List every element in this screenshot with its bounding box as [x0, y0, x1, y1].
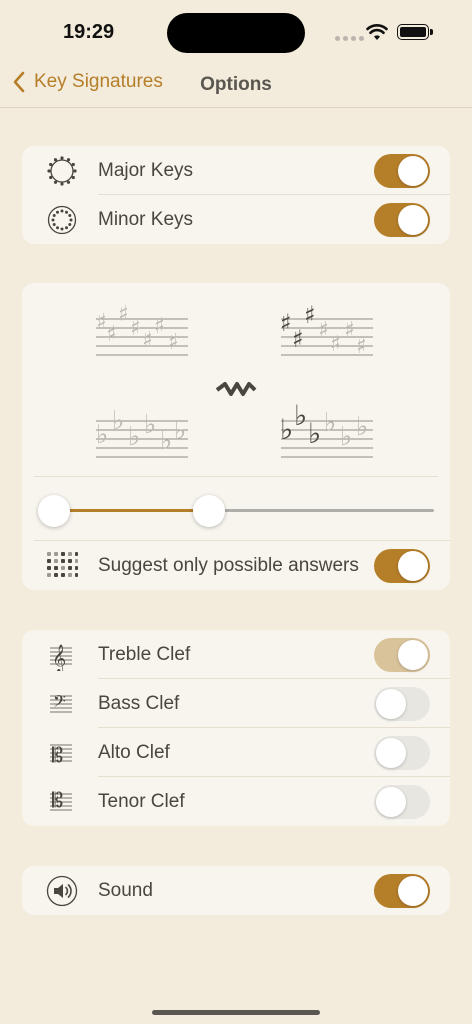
status-bar: 19:29 — [0, 0, 472, 64]
svg-text:♭: ♭ — [280, 413, 293, 446]
minor-keys-circle-icon — [46, 204, 78, 236]
svg-text:♯: ♯ — [142, 328, 153, 353]
svg-text:♭: ♭ — [294, 399, 307, 432]
svg-text:♭: ♭ — [96, 420, 108, 450]
suggest-answers-toggle[interactable] — [374, 548, 430, 583]
svg-text:♯: ♯ — [118, 302, 129, 327]
major-keys-toggle[interactable] — [374, 153, 430, 188]
minor-keys-row: Minor Keys — [22, 195, 450, 244]
alto-clef-label: Alto Clef — [98, 741, 170, 763]
svg-text:♯: ♯ — [168, 330, 179, 355]
bass-clef-label: Bass Clef — [98, 692, 180, 714]
bass-clef-toggle[interactable] — [374, 686, 430, 721]
treble-clef-label: Treble Clef — [98, 643, 191, 665]
svg-text:♭: ♭ — [324, 408, 336, 438]
major-keys-circle-icon — [46, 155, 78, 187]
svg-text:♯: ♯ — [304, 301, 316, 329]
home-indicator — [152, 1010, 320, 1015]
divider — [34, 476, 438, 477]
clefs-card: 𝄞 Treble Clef 𝄢 Bass Clef 𝄡 Alto Clef 𝄡 … — [22, 630, 450, 826]
svg-text:♯: ♯ — [330, 332, 341, 357]
suggest-answers-label: Suggest only possible answers — [98, 554, 359, 576]
key-signature-preview: ♯ ♯♯ ♯ ♯♯♯ ♯♯♯ ♯♯♯♯ ♭ ♭♭ ♭♭ ♭ ♭ ♭♭ ♭ ♭ ♭ — [95, 301, 374, 458]
navigation-bar: Key Signatures Options — [0, 64, 472, 108]
svg-text:♭: ♭ — [356, 412, 368, 442]
treble-clef-toggle[interactable] — [374, 637, 430, 672]
svg-text:♯: ♯ — [356, 334, 367, 359]
alto-clef-toggle[interactable] — [374, 735, 430, 770]
svg-text:♭: ♭ — [128, 422, 140, 452]
sound-card: Sound — [22, 866, 450, 915]
status-time: 19:29 — [63, 21, 115, 43]
svg-text:𝄡: 𝄡 — [52, 788, 63, 812]
tenor-clef-row: 𝄡 Tenor Clef — [22, 777, 450, 826]
svg-text:♭: ♭ — [112, 406, 124, 436]
svg-text:♯: ♯ — [292, 325, 304, 353]
svg-text:♭: ♭ — [144, 410, 156, 440]
bass-clef-row: 𝄢 Bass Clef — [22, 679, 450, 728]
difficulty-slider-min-handle[interactable] — [38, 495, 70, 527]
tenor-clef-toggle[interactable] — [374, 784, 430, 819]
difficulty-slider-fill — [54, 509, 210, 512]
treble-clef-icon: 𝄞 — [46, 639, 78, 671]
sound-label: Sound — [98, 879, 153, 901]
svg-text:♯: ♯ — [280, 309, 292, 337]
svg-text:♭: ♭ — [340, 422, 352, 452]
wifi-icon — [366, 24, 388, 40]
svg-text:♯: ♯ — [106, 322, 117, 347]
suggest-answers-row: Suggest only possible answers — [22, 541, 450, 590]
svg-text:𝄢: 𝄢 — [53, 691, 66, 715]
svg-text:♭: ♭ — [174, 416, 186, 446]
alto-clef-row: 𝄡 Alto Clef — [22, 728, 450, 777]
major-keys-row: Major Keys — [22, 146, 450, 195]
treble-clef-row: 𝄞 Treble Clef — [22, 630, 450, 679]
svg-text:♭: ♭ — [308, 417, 321, 450]
major-keys-label: Major Keys — [98, 159, 194, 181]
svg-text:♯: ♯ — [130, 316, 141, 341]
sound-toggle[interactable] — [374, 873, 430, 908]
svg-text:♯: ♯ — [154, 314, 165, 339]
sound-row: Sound — [22, 866, 450, 915]
difficulty-card: ♯ ♯ ♯ ♯ ♯ ♯ ♯ ♯ ♯ ♯ ♯ ♯ ♯ ♯ ♭ ♭ ♭ ♭ ♭ ♭ ♭ ♭ ♭ ♭ ♭ ♭ — [22, 283, 450, 590]
tenor-clef-icon: 𝄡 — [46, 786, 78, 818]
alto-clef-icon: 𝄡 — [46, 737, 78, 769]
svg-text:♭: ♭ — [160, 426, 172, 456]
speaker-icon — [46, 875, 78, 907]
svg-text:𝄞: 𝄞 — [52, 644, 66, 671]
bass-clef-icon: 𝄢 — [46, 688, 78, 720]
page-title: Options — [200, 74, 272, 95]
cellular-signal-icon — [335, 36, 364, 41]
svg-text:♯: ♯ — [318, 318, 329, 343]
dynamic-island — [167, 13, 305, 53]
minor-keys-toggle[interactable] — [374, 202, 430, 237]
svg-text:𝄡: 𝄡 — [52, 743, 63, 767]
tenor-clef-label: Tenor Clef — [98, 790, 185, 812]
minor-keys-label: Minor Keys — [98, 208, 194, 230]
grid-dots-icon — [46, 550, 78, 582]
svg-text:♯: ♯ — [344, 318, 355, 343]
battery-icon — [397, 24, 433, 40]
keys-card: Major Keys Minor Keys — [22, 146, 450, 244]
difficulty-slider-max-handle[interactable] — [193, 495, 225, 527]
range-wave-icon — [215, 382, 257, 396]
